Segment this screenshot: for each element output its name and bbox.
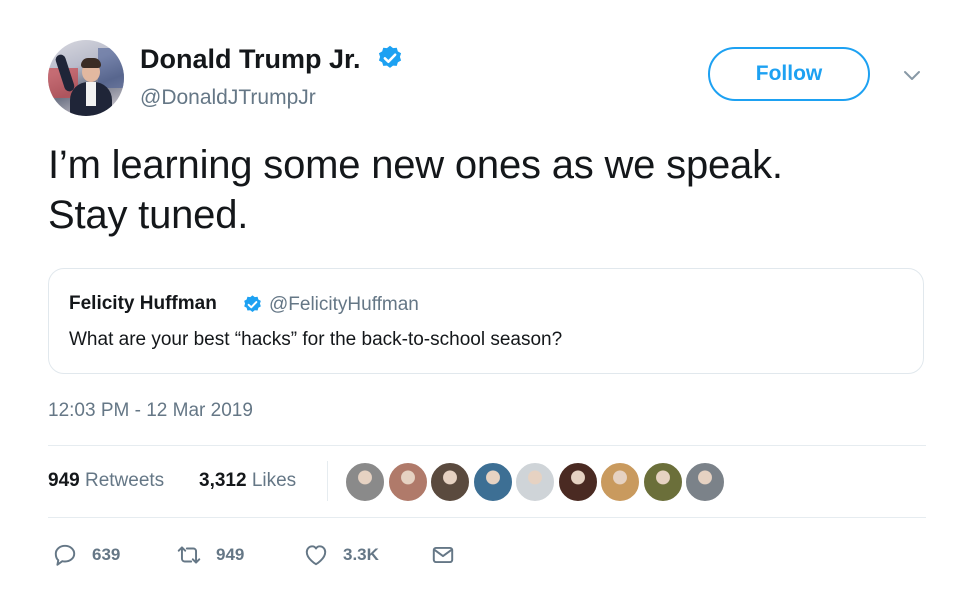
retweet-count: 949 <box>216 545 245 564</box>
liker-avatar-3[interactable] <box>430 462 470 502</box>
tweet-text: I’m learning some new ones as we speak. … <box>48 140 928 240</box>
likes-stat[interactable]: 3,312 Likes <box>199 470 296 492</box>
liker-avatar-4[interactable] <box>472 462 513 502</box>
stats-divider <box>327 461 328 501</box>
divider <box>48 445 926 446</box>
verified-badge-icon <box>378 45 402 68</box>
quoted-author-handle: @FelicityHuffman <box>269 294 419 315</box>
reply-button[interactable]: 639 <box>52 541 120 569</box>
quoted-tweet[interactable]: Felicity Huffman @FelicityHuffman What a… <box>48 268 924 374</box>
reply-icon <box>54 544 76 566</box>
liker-avatar-2[interactable] <box>387 462 428 502</box>
reply-count: 639 <box>92 545 121 564</box>
author-avatar[interactable] <box>48 40 124 116</box>
retweets-stat[interactable]: 949 Retweets <box>48 470 164 492</box>
chevron-down-icon[interactable] <box>902 68 922 82</box>
tweet-timestamp[interactable]: 12:03 PM - 12 Mar 2019 <box>48 400 253 422</box>
quoted-author-name: Felicity Huffman <box>69 293 217 314</box>
retweets-count: 949 <box>48 470 80 491</box>
liker-avatar-8[interactable] <box>642 462 683 502</box>
direct-message-icon <box>432 546 454 564</box>
divider <box>48 517 926 518</box>
like-button[interactable]: 3.3K <box>303 541 379 569</box>
retweet-button[interactable]: 949 <box>176 541 244 569</box>
liker-avatar-1[interactable] <box>345 462 385 502</box>
liker-avatar-6[interactable] <box>557 462 598 502</box>
like-count: 3.3K <box>343 545 379 564</box>
retweet-icon <box>177 546 201 564</box>
quoted-tweet-text: What are your best “hacks” for the back-… <box>69 329 563 350</box>
liker-avatar-5[interactable] <box>515 462 555 502</box>
retweets-label: Retweets <box>84 470 165 491</box>
tweet-text-line-1: I’m learning some new ones as we speak. <box>48 143 783 187</box>
direct-message-button[interactable] <box>430 541 456 569</box>
liker-avatar-9[interactable] <box>685 462 725 502</box>
heart-icon <box>305 545 327 566</box>
likes-count: 3,312 <box>199 470 247 491</box>
verified-badge-icon <box>244 295 261 312</box>
tweet-card: Donald Trump Jr. @DonaldJTrumpJr Follow … <box>0 0 980 607</box>
tweet-text-line-2: Stay tuned. <box>48 193 249 237</box>
likes-label: Likes <box>251 470 297 491</box>
author-name[interactable]: Donald Trump Jr. <box>140 44 361 75</box>
author-handle[interactable]: @DonaldJTrumpJr <box>140 86 316 110</box>
follow-button[interactable]: Follow <box>708 47 870 101</box>
liker-avatar-7[interactable] <box>600 462 640 502</box>
